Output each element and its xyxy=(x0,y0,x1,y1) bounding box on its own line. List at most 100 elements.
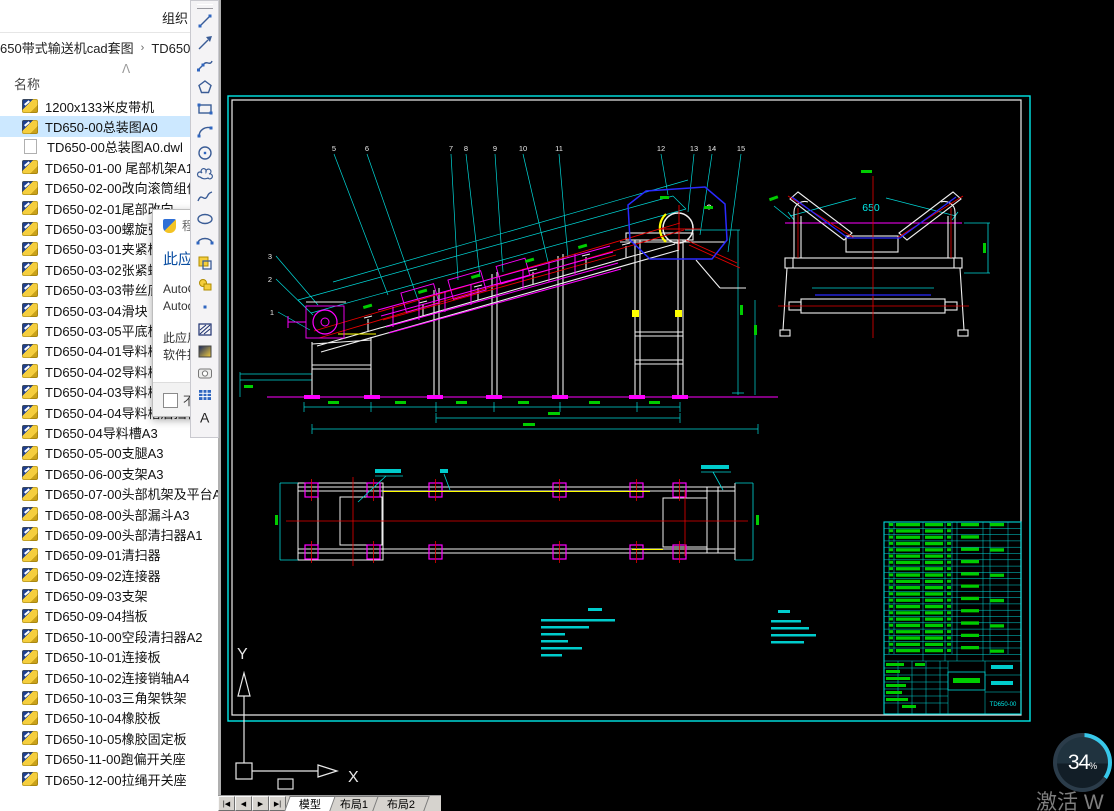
tab-nav-button[interactable]: ▶| xyxy=(269,796,286,811)
file-name: TD650-01-00 尾部机架A1 xyxy=(45,158,193,177)
file-row[interactable]: TD650-05-00支腿A3 xyxy=(0,443,218,463)
svg-text:7: 7 xyxy=(449,144,453,153)
draw-toolbar: A xyxy=(190,0,219,438)
file-name: TD650-10-04橡胶板 xyxy=(45,708,161,727)
dwg-file-icon xyxy=(22,181,38,195)
dwg-file-icon xyxy=(22,425,38,439)
breadcrumb[interactable]: 650带式输送机cad套图 › TD650带 xyxy=(0,33,218,62)
file-row[interactable]: TD650-07-00头部机架及平台A xyxy=(0,483,218,503)
file-name: TD650-10-00空段清扫器A2 xyxy=(45,627,203,646)
desktop: 组织 650带式输送机cad套图 › TD650带 名称 ᐱ 1200x133米… xyxy=(0,0,1114,811)
file-row[interactable]: TD650-09-04挡板 xyxy=(0,606,218,626)
dwg-file-icon xyxy=(22,385,38,399)
region-icon[interactable] xyxy=(193,362,217,384)
file-name: TD650-09-03支架 xyxy=(45,586,148,605)
sort-caret-icon[interactable]: ᐱ xyxy=(122,62,130,76)
polyline-icon[interactable] xyxy=(193,54,217,76)
toolbar-grip[interactable] xyxy=(197,4,213,9)
multiline-text-icon[interactable]: A xyxy=(193,406,217,428)
dwg-file-icon xyxy=(22,222,38,236)
create-block-icon[interactable] xyxy=(193,274,217,296)
file-row[interactable]: TD650-00总装图A0.dwl xyxy=(0,137,218,157)
dwg-file-icon xyxy=(22,650,38,664)
dwg-file-icon xyxy=(22,283,38,297)
svg-text:10: 10 xyxy=(519,144,527,153)
ucs-icon xyxy=(236,673,337,779)
download-progress-badge[interactable]: 34 % xyxy=(1053,733,1112,792)
layout-tab[interactable]: 模型 xyxy=(284,796,335,811)
svg-text:15: 15 xyxy=(737,144,745,153)
file-row[interactable]: TD650-10-02连接销轴A4 xyxy=(0,667,218,687)
tab-nav-button[interactable]: ◀ xyxy=(235,796,252,811)
file-row[interactable]: TD650-04导料槽A3 xyxy=(0,422,218,442)
name-column-header[interactable]: 名称 xyxy=(14,74,40,93)
gradient-icon[interactable] xyxy=(193,340,217,362)
file-row[interactable]: TD650-09-02连接器 xyxy=(0,565,218,585)
file-name: TD650-04导料槽A3 xyxy=(45,423,158,442)
file-row[interactable]: TD650-10-04橡胶板 xyxy=(0,708,218,728)
file-row[interactable]: TD650-00总装图A0 xyxy=(0,116,218,136)
file-row[interactable]: TD650-09-01清扫器 xyxy=(0,545,218,565)
svg-text:8: 8 xyxy=(464,144,468,153)
circle-icon[interactable] xyxy=(193,142,217,164)
file-row[interactable]: TD650-02-00改向滚筒组件A3 xyxy=(0,178,218,198)
ellipse-arc-icon[interactable] xyxy=(193,230,217,252)
file-name: TD650-09-02连接器 xyxy=(45,566,161,585)
file-name: 1200x133米皮带机 xyxy=(45,97,154,116)
belt-width-label: 650 xyxy=(862,202,880,214)
list-column-header[interactable]: 名称 ᐱ xyxy=(0,62,218,95)
point-icon[interactable] xyxy=(193,296,217,318)
file-row[interactable]: TD650-09-03支架 xyxy=(0,585,218,605)
dwg-file-icon xyxy=(22,303,38,317)
organize-button[interactable]: 组织 xyxy=(162,8,188,27)
dwg-file-icon xyxy=(22,507,38,521)
file-row[interactable]: TD650-01-00 尾部机架A1 xyxy=(0,157,218,177)
insert-block-icon[interactable] xyxy=(193,252,217,274)
file-row[interactable]: TD650-12-00拉绳开关座 xyxy=(0,769,218,789)
ucs-y-label: Y xyxy=(237,646,248,663)
dwg-file-icon xyxy=(22,446,38,460)
cross-section-view: 650 xyxy=(769,170,990,338)
dont-show-checkbox[interactable] xyxy=(163,393,178,408)
dwg-file-icon xyxy=(22,242,38,256)
cad-canvas[interactable]: 5 6 7 8 9 10 11 12 13 14 15 1 2 3 xyxy=(218,0,1114,795)
svg-text:14: 14 xyxy=(708,144,716,153)
tab-nav-button[interactable]: ▶ xyxy=(252,796,269,811)
line-icon[interactable] xyxy=(193,10,217,32)
spline-icon[interactable] xyxy=(193,186,217,208)
tab-nav-button[interactable]: |◀ xyxy=(218,796,235,811)
file-row[interactable]: TD650-11-00跑偏开关座 xyxy=(0,749,218,769)
layout-tab[interactable]: 布局2 xyxy=(372,796,430,811)
file-row[interactable]: TD650-10-03三角架铁架 xyxy=(0,687,218,707)
file-list: 1200x133米皮带机 TD650-00总装图A0 TD650-00总装图A0… xyxy=(0,96,218,811)
dwg-file-icon xyxy=(22,527,38,541)
progress-percent: 34 xyxy=(1068,751,1089,775)
file-row[interactable]: TD650-09-00头部清扫器A1 xyxy=(0,524,218,544)
polygon-icon[interactable] xyxy=(193,76,217,98)
dwg-file-icon xyxy=(22,752,38,766)
rectangle-icon[interactable] xyxy=(193,98,217,120)
file-row[interactable]: TD650-08-00头部漏斗A3 xyxy=(0,504,218,524)
ellipse-icon[interactable] xyxy=(193,208,217,230)
arc-icon[interactable] xyxy=(193,120,217,142)
dwg-file-icon xyxy=(22,344,38,358)
plan-view xyxy=(275,465,759,566)
file-name: TD650-09-04挡板 xyxy=(45,606,148,625)
layout-tabbar: |◀◀▶▶| 模型布局1布局2 xyxy=(218,795,1114,811)
revision-cloud-icon[interactable] xyxy=(193,164,217,186)
table-icon[interactable] xyxy=(193,384,217,406)
file-row[interactable]: TD650-10-01连接板 xyxy=(0,647,218,667)
dwg-file-icon xyxy=(22,364,38,378)
file-name: TD650-03-04滑块 xyxy=(45,301,148,320)
title-block: TD650-00 xyxy=(884,522,1021,714)
file-row[interactable]: TD650-10-05橡胶固定板 xyxy=(0,728,218,748)
dwg-file-icon xyxy=(22,589,38,603)
construction-line-icon[interactable] xyxy=(193,32,217,54)
file-row[interactable]: TD650-06-00支架A3 xyxy=(0,463,218,483)
svg-text:2: 2 xyxy=(268,275,272,284)
hatch-icon[interactable] xyxy=(193,318,217,340)
breadcrumb-folder[interactable]: 650带式输送机cad套图 xyxy=(0,38,134,57)
file-row[interactable]: 1200x133米皮带机 xyxy=(0,96,218,116)
dwg-file-icon xyxy=(22,487,38,501)
file-row[interactable]: TD650-10-00空段清扫器A2 xyxy=(0,626,218,646)
